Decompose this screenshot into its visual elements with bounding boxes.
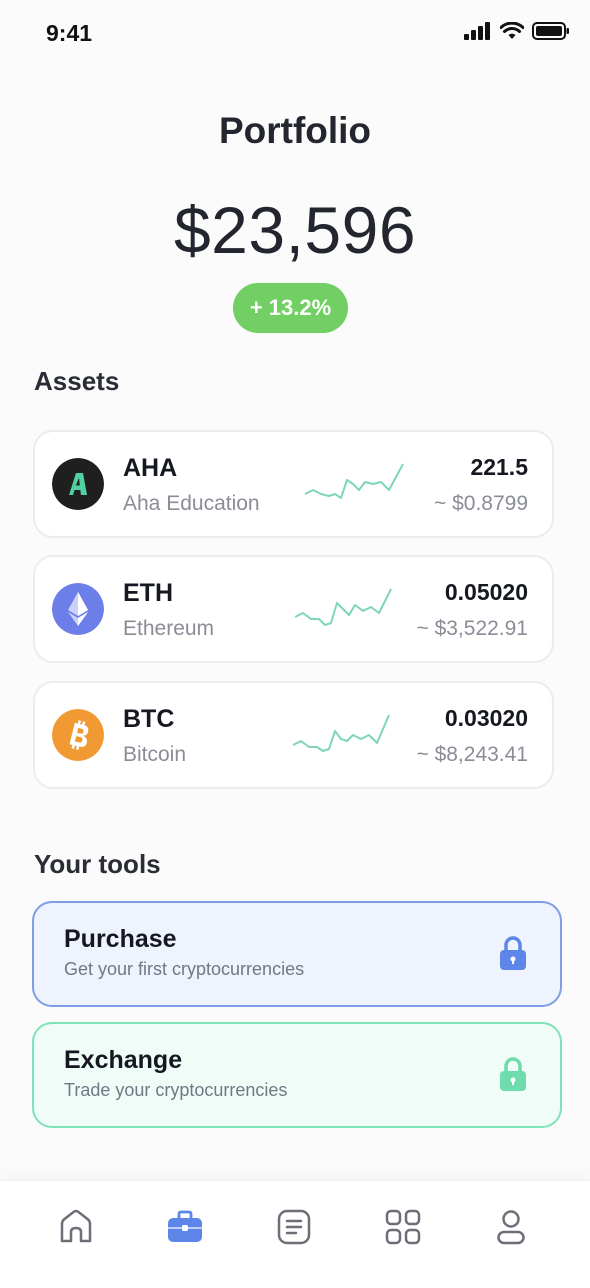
portfolio-balance: $23,596 xyxy=(173,193,417,267)
tools-section-title: Your tools xyxy=(34,849,161,879)
cellular-signal-icon xyxy=(464,22,490,40)
asset-value: ~ $8,243.41 xyxy=(416,743,528,766)
asset-name: Ethereum xyxy=(123,617,215,640)
tool-title: Exchange xyxy=(64,1046,183,1074)
lock-icon xyxy=(500,936,526,970)
asset-card-eth[interactable]: ETH Ethereum 0.05020 ~ $3,522.91 xyxy=(33,555,554,663)
tool-description: Get your first cryptocurrencies xyxy=(64,959,305,979)
battery-icon xyxy=(532,22,569,40)
asset-amount: 0.03020 xyxy=(444,705,528,731)
exchange-tool-card[interactable]: Exchange Trade your cryptocurrencies xyxy=(32,1022,562,1128)
asset-symbol: AHA xyxy=(123,454,178,482)
tool-title: Purchase xyxy=(64,925,177,953)
nav-portfolio[interactable] xyxy=(165,1207,205,1247)
ethereum-icon xyxy=(52,583,104,635)
asset-symbol: BTC xyxy=(123,705,175,733)
sparkline-chart xyxy=(304,463,404,499)
asset-symbol: ETH xyxy=(123,579,173,607)
briefcase-icon xyxy=(168,1210,202,1242)
asset-name: Aha Education xyxy=(123,492,260,515)
tool-description: Trade your cryptocurrencies xyxy=(64,1080,288,1100)
asset-name: Bitcoin xyxy=(123,743,187,766)
assets-section-title: Assets xyxy=(34,366,120,396)
purchase-tool-card[interactable]: Purchase Get your first cryptocurrencies xyxy=(32,901,562,1007)
status-bar: 9:41 xyxy=(0,0,590,64)
home-icon xyxy=(60,1209,92,1243)
sparkline-chart xyxy=(292,714,390,752)
grid-icon xyxy=(385,1209,421,1245)
asset-card-aha[interactable]: AHA Aha Education 221.5 ~ $0.8799 xyxy=(33,430,554,538)
asset-value: ~ $0.8799 xyxy=(433,492,528,515)
nav-home[interactable] xyxy=(56,1207,96,1247)
aha-icon xyxy=(52,458,104,510)
nav-profile[interactable] xyxy=(491,1207,531,1247)
document-icon xyxy=(277,1209,311,1245)
asset-card-btc[interactable]: BTC Bitcoin 0.03020 ~ $8,243.41 xyxy=(33,681,554,789)
wifi-icon xyxy=(500,22,524,39)
nav-apps[interactable] xyxy=(383,1207,423,1247)
asset-amount: 0.05020 xyxy=(444,579,528,605)
asset-amount: 221.5 xyxy=(470,454,528,480)
user-icon xyxy=(497,1210,525,1245)
asset-value: ~ $3,522.91 xyxy=(416,617,528,640)
lock-icon xyxy=(500,1057,526,1091)
bitcoin-icon xyxy=(52,709,104,761)
bottom-nav xyxy=(0,1180,590,1288)
status-time: 9:41 xyxy=(46,20,93,46)
status-icons xyxy=(464,22,570,40)
change-badge: + 13.2% xyxy=(233,283,348,333)
page-title: Portfolio xyxy=(218,110,372,151)
sparkline-chart xyxy=(294,588,392,626)
nav-news[interactable] xyxy=(274,1207,314,1247)
